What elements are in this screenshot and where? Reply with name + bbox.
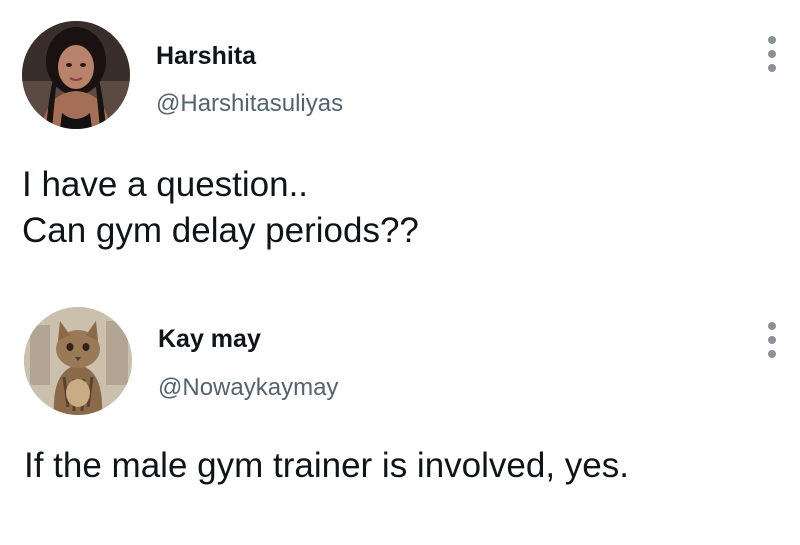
vertical-ellipsis-icon[interactable] <box>763 36 781 72</box>
display-name[interactable]: Harshita <box>156 41 256 71</box>
avatar[interactable] <box>22 21 130 129</box>
tweet-text-line: Can gym delay periods?? <box>22 211 419 250</box>
tweet-text: I have a question.. Can gym delay period… <box>22 162 419 254</box>
cat-avatar-icon <box>24 307 132 415</box>
tweet-text: If the male gym trainer is involved, yes… <box>24 443 629 489</box>
user-handle[interactable]: @Harshitasuliyas <box>156 89 343 119</box>
woman-avatar-icon <box>22 21 130 129</box>
display-name[interactable]: Kay may <box>158 324 261 354</box>
tweet-harshita[interactable]: Harshita @Harshitasuliyas I have a quest… <box>0 0 800 290</box>
tweet-text-line: If the male gym trainer is involved, yes… <box>24 446 629 485</box>
avatar[interactable] <box>24 307 132 415</box>
tweet-kay-may[interactable]: Kay may @Nowaykaymay If the male gym tra… <box>0 290 800 545</box>
user-handle[interactable]: @Nowaykaymay <box>158 373 338 403</box>
vertical-ellipsis-icon[interactable] <box>763 322 781 358</box>
tweet-text-line: I have a question.. <box>22 165 309 204</box>
